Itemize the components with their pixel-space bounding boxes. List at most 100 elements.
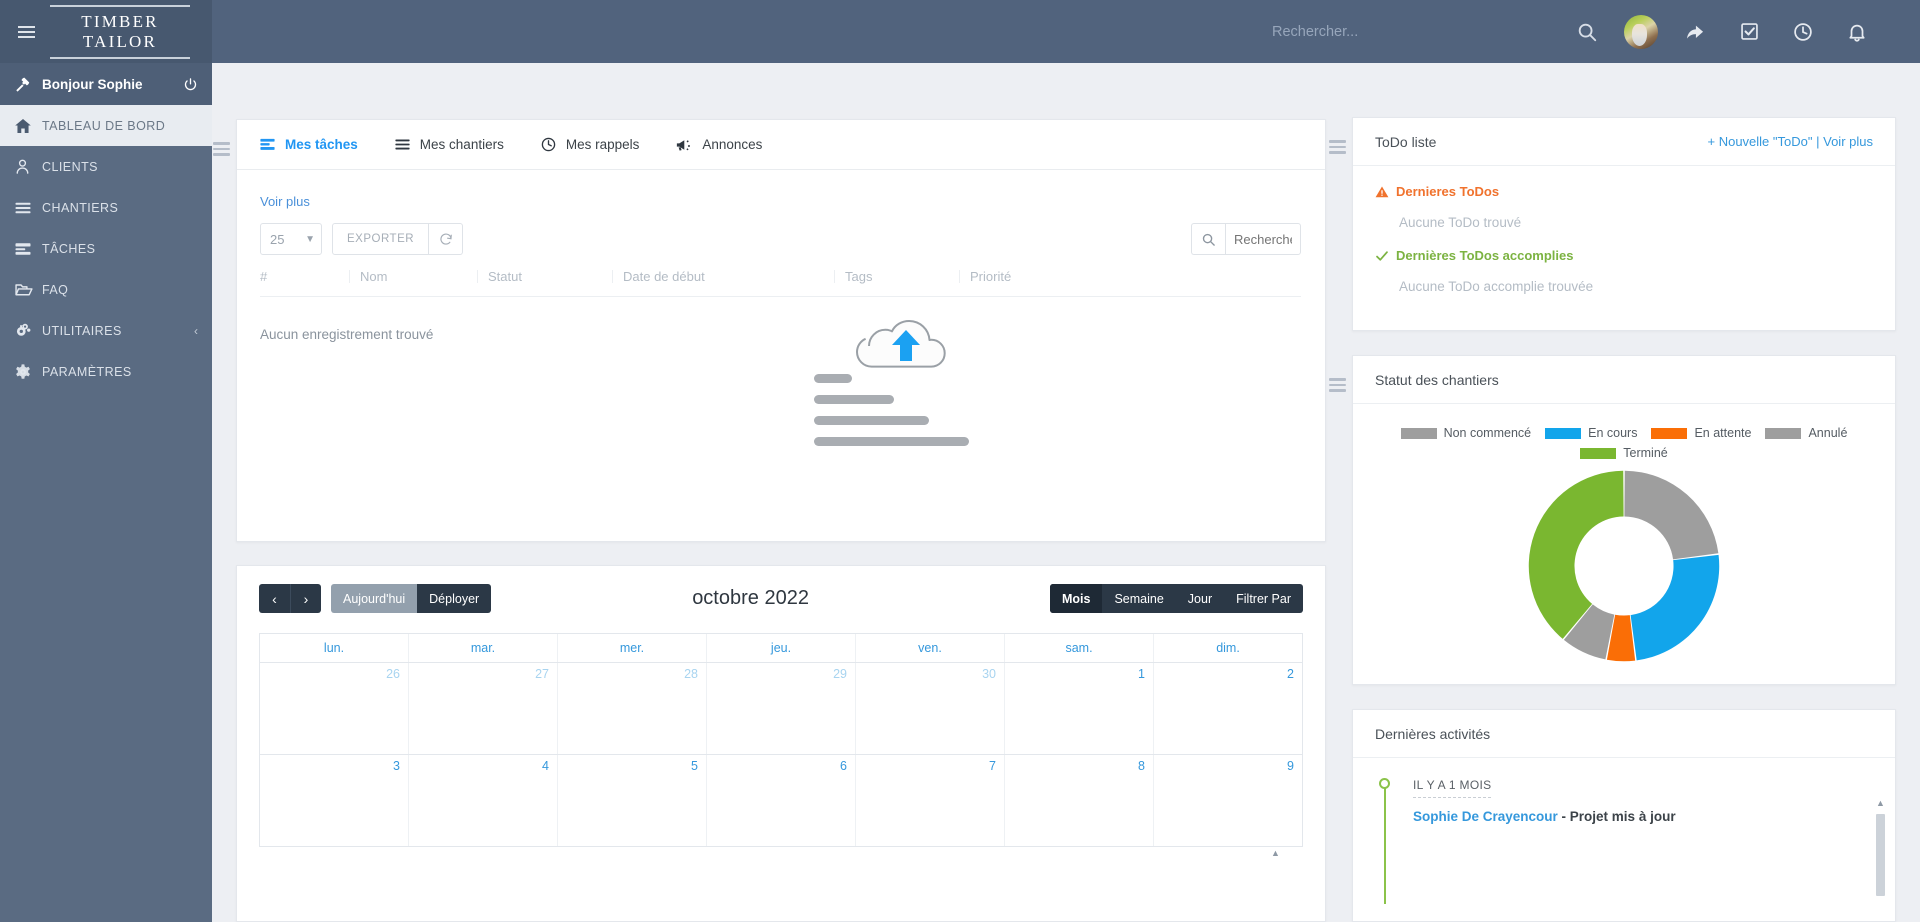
- tasks-check-icon[interactable]: [1722, 0, 1776, 63]
- column-header-nom[interactable]: Nom: [360, 269, 488, 284]
- donut-slice[interactable]: [1624, 470, 1719, 560]
- calendar-day-cell[interactable]: 7: [856, 755, 1005, 846]
- activity-scrollbar[interactable]: ▲: [1876, 798, 1885, 918]
- tasks-icon: [14, 240, 42, 258]
- calendar-day-cell[interactable]: 30: [856, 663, 1005, 754]
- tab-label: Mes chantiers: [419, 137, 504, 152]
- calendar-next-button[interactable]: ›: [290, 584, 321, 613]
- tab-mes-chantiers[interactable]: Mes chantiers: [394, 120, 524, 169]
- calendar-view-mois[interactable]: Mois: [1049, 584, 1103, 613]
- sidebar-item-taches[interactable]: TÂCHES: [0, 228, 212, 269]
- share-icon[interactable]: [1668, 0, 1722, 63]
- status-card-title: Statut des chantiers: [1375, 371, 1499, 388]
- tab-mes-taches[interactable]: Mes tâches: [259, 120, 378, 169]
- legend-item[interactable]: Terminé: [1383, 446, 1865, 460]
- todo-list-card: ToDo liste + Nouvelle "ToDo" | Voir plus…: [1329, 117, 1896, 331]
- clock-icon[interactable]: [1776, 0, 1830, 63]
- calendar-prev-button[interactable]: ‹: [259, 584, 290, 613]
- legend-item[interactable]: Annulé: [1765, 426, 1847, 440]
- tab-annonces[interactable]: Annonces: [675, 120, 782, 169]
- sidebar-item-parametres[interactable]: PARAMÈTRES: [0, 351, 212, 392]
- activity-author-link[interactable]: Sophie De Crayencour: [1413, 809, 1558, 824]
- legend-item[interactable]: En attente: [1651, 426, 1751, 440]
- calendar-today-button[interactable]: Aujourd'hui: [331, 584, 418, 613]
- column-header-id[interactable]: #: [260, 269, 360, 284]
- header-brand-area: TIMBER TAILOR: [0, 0, 212, 63]
- calendar-day-cell[interactable]: 29: [707, 663, 856, 754]
- header-actions: Rechercher...: [212, 0, 1920, 63]
- tab-label: Mes tâches: [285, 137, 358, 152]
- calendar-filter-button[interactable]: Filtrer Par: [1224, 584, 1303, 613]
- refresh-icon[interactable]: [429, 223, 464, 255]
- new-todo-link[interactable]: + Nouvelle "ToDo": [1708, 134, 1813, 149]
- sidebar-item-tableau-de-bord[interactable]: TABLEAU DE BORD: [0, 105, 212, 146]
- todo-recent-title: Dernieres ToDos: [1396, 184, 1500, 199]
- tasks-search-input[interactable]: [1225, 223, 1301, 255]
- tasks-card-drag-handle[interactable]: [213, 142, 230, 156]
- calendar-day-header: dim.: [1216, 641, 1240, 655]
- calendar-day-cell[interactable]: 6: [707, 755, 856, 846]
- calendar-day-header: jeu.: [707, 634, 856, 662]
- calendar-day-header: ven.: [856, 634, 1005, 662]
- calendar-day-cell[interactable]: 28: [558, 663, 707, 754]
- avatar[interactable]: [1614, 0, 1668, 63]
- calendar-day-cell[interactable]: 27: [409, 663, 558, 754]
- status-card-drag-handle[interactable]: [1329, 378, 1346, 392]
- calendar-day-cell[interactable]: 2: [1154, 663, 1302, 754]
- calendar-day-cell[interactable]: 1: [1005, 663, 1154, 754]
- search-icon[interactable]: [1191, 223, 1225, 255]
- column-header-tags[interactable]: Tags: [845, 269, 970, 284]
- export-button[interactable]: EXPORTER: [332, 223, 430, 255]
- column-header-date[interactable]: Date de début: [623, 269, 845, 284]
- bell-icon[interactable]: [1830, 0, 1884, 63]
- sidebar-item-faq[interactable]: FAQ: [0, 269, 212, 310]
- scrollbar-thumb[interactable]: [1876, 814, 1885, 896]
- calendar-day-cell[interactable]: 3: [260, 755, 409, 846]
- column-header-statut[interactable]: Statut: [488, 269, 623, 284]
- calendar-week-row: 3 4 5 6 7 8 9: [260, 755, 1302, 847]
- power-icon[interactable]: [183, 77, 198, 92]
- todo-see-more-link[interactable]: Voir plus: [1823, 134, 1873, 149]
- legend-item[interactable]: Non commencé: [1400, 426, 1531, 440]
- legend-swatch: [1765, 427, 1802, 439]
- donut-svg[interactable]: [1519, 466, 1729, 666]
- tasks-table-header: # Nom Statut Date de début Tags Priorité: [260, 269, 1301, 297]
- calendar-view-semaine[interactable]: Semaine: [1102, 584, 1175, 613]
- sidebar-item-utilitaires[interactable]: UTILITAIRES ‹: [0, 310, 212, 351]
- sidebar-item-clients[interactable]: CLIENTS: [0, 146, 212, 187]
- calendar-day-cell[interactable]: 9: [1154, 755, 1302, 846]
- tasks-search-group: [1191, 223, 1301, 255]
- sidebar-item-label: CHANTIERS: [42, 200, 119, 215]
- sidebar-item-label: TABLEAU DE BORD: [42, 118, 166, 133]
- tasks-see-more-link[interactable]: Voir plus: [237, 170, 1325, 209]
- main-content: Mes tâches Mes chantiers Mes rappels Ann…: [212, 63, 1920, 922]
- todo-done-empty: Aucune ToDo accomplie trouvée: [1399, 279, 1594, 294]
- sidebar-toggle-button[interactable]: [0, 0, 46, 63]
- calendar-day-cell[interactable]: 4: [409, 755, 558, 846]
- tab-mes-rappels[interactable]: Mes rappels: [540, 120, 660, 169]
- user-icon: [14, 158, 42, 175]
- calendar-scrollbar[interactable]: ▲: [1271, 848, 1280, 921]
- legend-swatch: [1545, 427, 1582, 439]
- export-button-group: EXPORTER: [332, 223, 464, 255]
- calendar-day-cell[interactable]: 26: [260, 663, 409, 754]
- page-size-value: 25: [270, 231, 285, 247]
- status-chart-legend: Non commencé En cours En attente Annulé …: [1353, 404, 1895, 460]
- page-size-select[interactable]: 25 ▼: [260, 223, 322, 255]
- scroll-up-icon: ▲: [1876, 798, 1885, 808]
- todo-card-drag-handle[interactable]: [1329, 140, 1346, 154]
- app-brand-title: TIMBER TAILOR: [50, 4, 190, 59]
- sidebar-item-chantiers[interactable]: CHANTIERS: [0, 187, 212, 228]
- column-header-priorite[interactable]: Priorité: [970, 269, 1100, 284]
- legend-item[interactable]: En cours: [1545, 426, 1637, 440]
- sidebar-item-label: PARAMÈTRES: [42, 364, 132, 379]
- header-search-placeholder[interactable]: Rechercher...: [1272, 24, 1358, 40]
- calendar-day-cell[interactable]: 5: [558, 755, 707, 846]
- activity-detail: - Projet mis à jour: [1557, 809, 1676, 824]
- calendar-day-cell[interactable]: 8: [1005, 755, 1154, 846]
- calendar-view-jour[interactable]: Jour: [1176, 584, 1224, 613]
- search-icon[interactable]: [1560, 0, 1614, 63]
- list-icon: [394, 136, 411, 153]
- donut-slice[interactable]: [1630, 554, 1720, 661]
- todo-card-header: ToDo liste + Nouvelle "ToDo" | Voir plus: [1353, 118, 1895, 166]
